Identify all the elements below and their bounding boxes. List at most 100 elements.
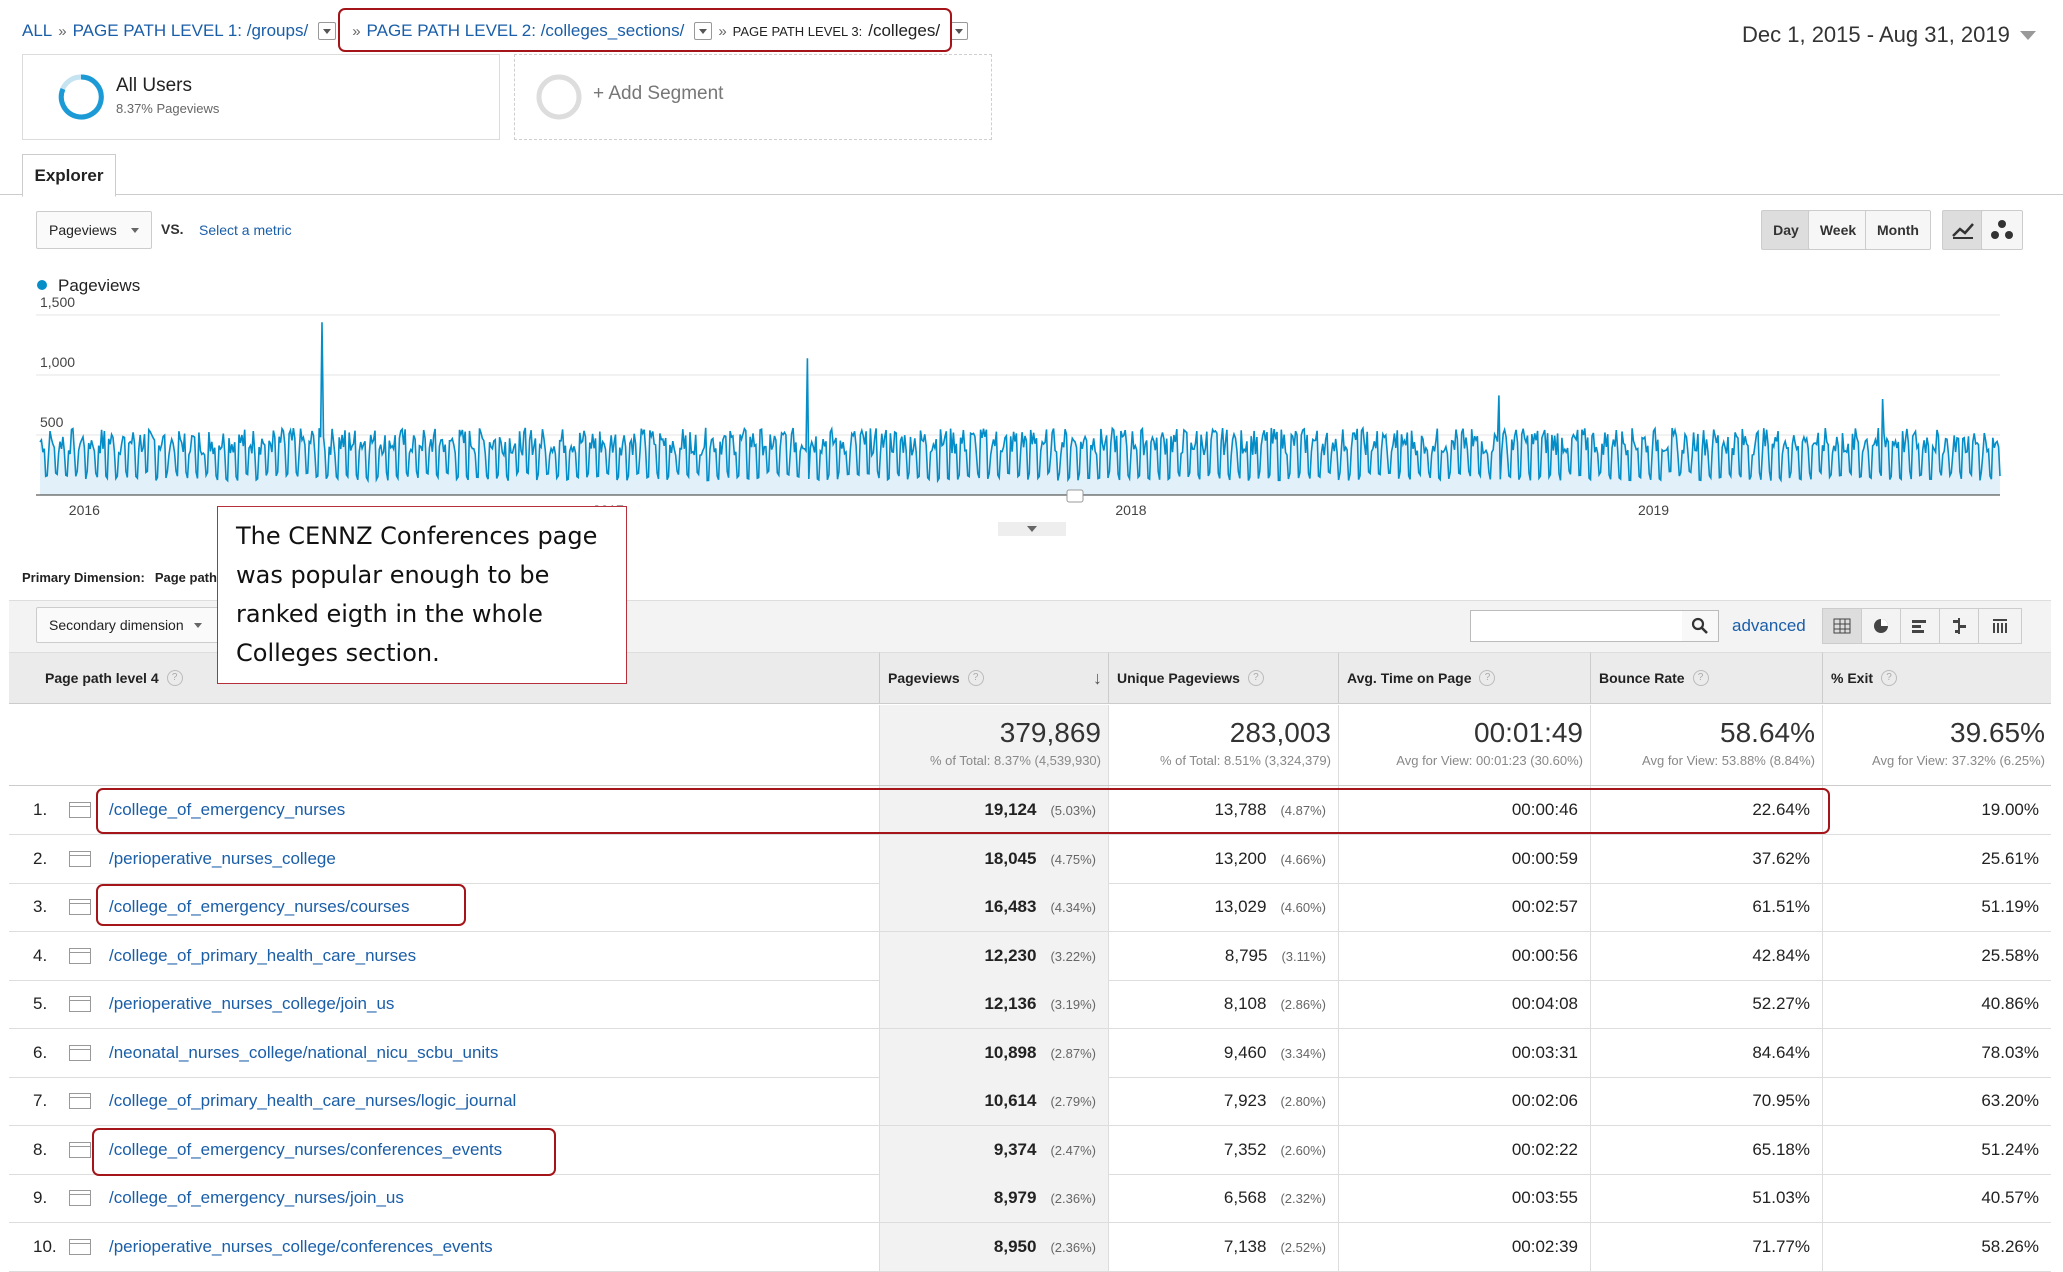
page-path-link[interactable]: /college_of_primary_health_care_nurses — [109, 946, 416, 966]
tab-explorer[interactable]: Explorer — [22, 154, 116, 197]
chevron-down-icon[interactable] — [950, 22, 969, 40]
breadcrumb-level1[interactable]: PAGE PATH LEVEL 1: /groups/ — [73, 21, 309, 41]
secondary-dimension-label: Secondary dimension — [49, 617, 184, 633]
page-path-link[interactable]: /perioperative_nurses_college/conference… — [109, 1237, 493, 1257]
chevron-down-icon — [1027, 526, 1037, 532]
unique-pageviews-cell: 13,200 (4.66%) — [1108, 835, 1338, 883]
secondary-dimension-select[interactable]: Secondary dimension — [36, 607, 226, 643]
chevron-down-icon — [2019, 30, 2036, 40]
period-month-button[interactable]: Month — [1865, 210, 1931, 250]
unique-pageviews-value: 6,568 — [1223, 1188, 1267, 1207]
page-path-link[interactable]: /college_of_emergency_nurses/join_us — [109, 1188, 404, 1208]
help-icon[interactable]: ? — [1479, 670, 1496, 686]
pageviews-cell: 12,136 (3.19%) — [879, 980, 1108, 1028]
chevron-down-icon[interactable] — [318, 22, 337, 40]
unique-pageviews-cell: 8,108 (2.86%) — [1108, 980, 1338, 1028]
legend-dot — [37, 280, 47, 290]
chart-y-ticks: 1,500 1,000 500 — [40, 294, 75, 430]
help-icon[interactable]: ? — [967, 670, 984, 686]
page-path-link[interactable]: /college_of_primary_health_care_nurses/l… — [109, 1091, 516, 1111]
unique-pageviews-percent: (2.32%) — [1280, 1190, 1326, 1206]
search-button[interactable] — [1682, 610, 1719, 642]
totals-row: 379,869 % of Total: 8.37% (4,539,930) 28… — [9, 705, 2051, 786]
period-day-button[interactable]: Day — [1761, 210, 1811, 250]
row-detail-button[interactable] — [69, 883, 95, 931]
advanced-link[interactable]: advanced — [1732, 616, 1806, 636]
comparison-icon — [1953, 618, 1966, 634]
vs-label: VS. — [161, 221, 184, 237]
bounce-rate-cell: 37.62% — [1590, 835, 1822, 883]
bounce-rate-cell: 70.95% — [1590, 1077, 1822, 1125]
pageviews-percent: (3.22%) — [1050, 948, 1096, 964]
help-icon[interactable]: ? — [1692, 670, 1709, 686]
avg-time-cell: 00:02:57 — [1338, 883, 1590, 931]
annotation-marker-icon[interactable] — [1066, 489, 1084, 503]
pageviews-percent: (2.47%) — [1050, 1142, 1096, 1158]
help-icon[interactable]: ? — [1881, 670, 1898, 686]
tab-bar-line — [0, 194, 2063, 195]
unique-pageviews-cell: 13,029 (4.60%) — [1108, 883, 1338, 931]
pageviews-value: 12,230 — [984, 946, 1037, 965]
pageviews-percent: (2.79%) — [1050, 1093, 1096, 1109]
column-header-exit[interactable]: % Exit? — [1822, 652, 2051, 704]
table-row-icon — [69, 1045, 91, 1061]
column-header-unique-pageviews[interactable]: Unique Pageviews? — [1108, 652, 1338, 704]
row-number: 9. — [33, 1188, 48, 1207]
help-icon[interactable]: ? — [1247, 670, 1264, 686]
motion-chart-toggle[interactable] — [1981, 210, 2023, 250]
table-search-input[interactable] — [1470, 610, 1684, 642]
page-path-link[interactable]: /neonatal_nurses_college/national_nicu_s… — [109, 1043, 498, 1063]
column-header-avg-time[interactable]: Avg. Time on Page? — [1338, 652, 1590, 704]
table-view-comparison-button[interactable] — [1940, 609, 1979, 643]
exit-cell: 40.57% — [1822, 1174, 2051, 1222]
row-detail-button[interactable] — [69, 1174, 95, 1222]
table-view-performance-button[interactable] — [1901, 609, 1940, 643]
total-unique-sub: % of Total: 8.51% (3,324,379) — [1159, 753, 1331, 768]
add-segment-button[interactable]: + Add Segment — [514, 54, 992, 140]
row-detail-button[interactable] — [69, 1223, 95, 1271]
metric-select[interactable]: Pageviews — [36, 211, 152, 249]
exit-cell: 51.19% — [1822, 883, 2051, 931]
segment-placeholder-icon — [536, 74, 582, 120]
sort-descending-icon[interactable]: ↓ — [1093, 668, 1102, 689]
total-avgtime: 00:01:49 — [1474, 717, 1583, 748]
row-detail-button[interactable] — [69, 835, 95, 883]
grid-icon — [1833, 618, 1851, 634]
row-detail-button[interactable] — [69, 1029, 95, 1077]
total-bounce: 58.64% — [1720, 717, 1815, 748]
unique-pageviews-cell: 7,138 (2.52%) — [1108, 1223, 1338, 1271]
period-week-button[interactable]: Week — [1808, 210, 1868, 250]
legend-label: Pageviews — [58, 276, 140, 295]
segment-all-users[interactable]: All Users 8.37% Pageviews — [22, 54, 500, 140]
exit-cell: 63.20% — [1822, 1077, 2051, 1125]
help-icon[interactable]: ? — [166, 670, 183, 686]
avg-time-cell: 00:03:55 — [1338, 1174, 1590, 1222]
column-header-pageviews[interactable]: Pageviews? ↓ — [879, 652, 1108, 704]
x-tick-label: 2019 — [1638, 502, 1669, 518]
table-view-data-button[interactable] — [1823, 609, 1862, 643]
date-range-label: Dec 1, 2015 - Aug 31, 2019 — [1742, 22, 2010, 47]
chevron-down-icon — [130, 227, 139, 233]
table-view-pivot-button[interactable] — [1979, 609, 2021, 643]
row-detail-button[interactable] — [69, 980, 95, 1028]
page-path-link[interactable]: /perioperative_nurses_college/join_us — [109, 994, 394, 1014]
unique-pageviews-percent: (3.34%) — [1280, 1045, 1326, 1061]
table-row-icon — [69, 948, 91, 964]
pageviews-cell: 8,950 (2.36%) — [879, 1223, 1108, 1271]
page-path-link[interactable]: /perioperative_nurses_college — [109, 849, 336, 869]
row-detail-button[interactable] — [69, 786, 95, 834]
row-detail-button[interactable] — [69, 1077, 95, 1125]
breadcrumb-all[interactable]: ALL — [22, 21, 52, 41]
chart-collapse-handle[interactable] — [998, 522, 1066, 536]
row-detail-button[interactable] — [69, 932, 95, 980]
highlight-box — [92, 1128, 556, 1176]
column-header-bounce-rate[interactable]: Bounce Rate? — [1590, 652, 1822, 704]
date-range-picker[interactable]: Dec 1, 2015 - Aug 31, 2019 — [1742, 22, 2036, 48]
table-view-pie-button[interactable] — [1862, 609, 1901, 643]
pageviews-percent: (2.87%) — [1050, 1045, 1096, 1061]
row-number: 4. — [33, 946, 48, 965]
line-chart-toggle[interactable] — [1942, 210, 1984, 250]
bounce-rate-cell: 65.18% — [1590, 1126, 1822, 1174]
table-row-icon — [69, 1239, 91, 1255]
select-metric-link[interactable]: Select a metric — [199, 222, 292, 238]
